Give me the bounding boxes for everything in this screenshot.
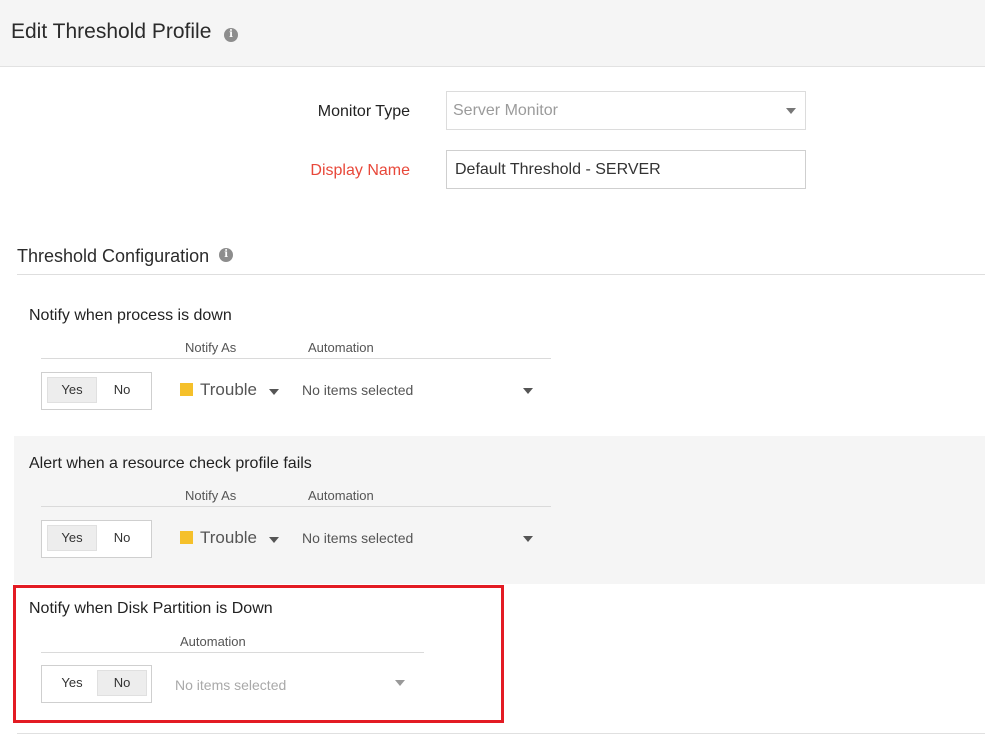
display-name-label: Display Name <box>310 162 410 179</box>
automation-header: Automation <box>308 488 374 503</box>
chevron-down-icon[interactable] <box>523 388 533 394</box>
notify-as-header: Notify As <box>185 340 237 355</box>
bottom-divider <box>17 733 985 734</box>
notify-as-header: Notify As <box>185 488 237 503</box>
severity-color-swatch <box>180 383 193 396</box>
toggle-yes[interactable]: Yes <box>47 377 97 403</box>
section-title-text: Threshold Configuration <box>17 246 210 266</box>
info-icon[interactable]: i <box>224 28 238 42</box>
monitor-type-value: Server Monitor <box>453 102 558 119</box>
chevron-down-icon[interactable] <box>523 536 533 542</box>
enabled-toggle: Yes No <box>41 520 152 558</box>
column-divider <box>41 506 551 507</box>
toggle-yes[interactable]: Yes <box>47 525 97 551</box>
rule-title: Alert when a resource check profile fail… <box>29 455 312 472</box>
chevron-down-icon <box>786 108 796 114</box>
enabled-toggle: Yes No <box>41 372 152 410</box>
section-title: Threshold Configuration i <box>17 246 234 267</box>
rule-process-down: Notify when process is down Notify As Au… <box>14 288 985 436</box>
monitor-type-select[interactable]: Server Monitor <box>446 91 806 130</box>
section-divider <box>17 274 985 275</box>
rule-resource-check-fails: Alert when a resource check profile fail… <box>14 436 985 584</box>
column-divider <box>41 358 551 359</box>
rule-title: Notify when process is down <box>29 307 232 324</box>
severity-color-swatch <box>180 531 193 544</box>
info-icon[interactable]: i <box>219 248 234 263</box>
display-name-input[interactable] <box>446 150 806 189</box>
severity-select[interactable]: Trouble <box>200 380 257 400</box>
automation-select[interactable]: No items selected <box>302 382 413 398</box>
monitor-type-label: Monitor Type <box>317 103 410 120</box>
page-header: Edit Threshold Profile i <box>0 0 985 67</box>
chevron-down-icon[interactable] <box>269 389 279 395</box>
chevron-down-icon[interactable] <box>269 537 279 543</box>
toggle-no[interactable]: No <box>97 377 147 403</box>
page-title: Edit Threshold Profile <box>11 20 212 43</box>
highlight-annotation <box>13 585 504 723</box>
automation-header: Automation <box>308 340 374 355</box>
automation-select[interactable]: No items selected <box>302 530 413 546</box>
toggle-no[interactable]: No <box>97 525 147 551</box>
severity-select[interactable]: Trouble <box>200 528 257 548</box>
